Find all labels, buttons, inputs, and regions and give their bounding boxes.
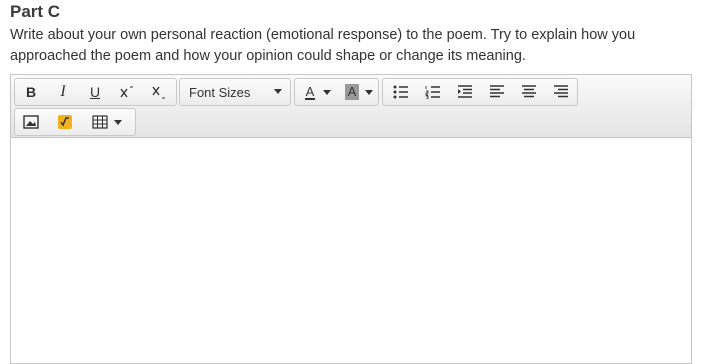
rich-text-editor: B I U Font Sizes A A <box>10 74 692 364</box>
italic-button[interactable]: I <box>49 80 77 104</box>
align-right-icon <box>553 85 569 99</box>
table-icon <box>92 115 108 129</box>
indent-button[interactable] <box>451 80 479 104</box>
numbered-list-button[interactable] <box>419 80 447 104</box>
paragraph-group <box>382 78 578 106</box>
background-color-button[interactable]: A <box>341 80 377 104</box>
bullet-list-button[interactable] <box>387 80 415 104</box>
insert-group <box>14 108 136 136</box>
math-icon <box>58 115 72 129</box>
superscript-icon <box>119 84 135 100</box>
align-center-icon <box>521 85 537 99</box>
text-color-button[interactable]: A <box>299 80 337 104</box>
insert-image-button[interactable] <box>17 110 45 134</box>
indent-icon <box>457 85 473 99</box>
font-size-group: Font Sizes <box>179 78 291 106</box>
align-left-icon <box>489 85 505 99</box>
color-group: A A <box>294 78 379 106</box>
bold-label: B <box>25 84 37 100</box>
chevron-down-icon <box>365 89 374 95</box>
insert-table-button[interactable] <box>85 110 129 134</box>
align-right-button[interactable] <box>547 80 575 104</box>
subscript-button[interactable] <box>145 80 173 104</box>
format-group: B I U <box>14 78 177 106</box>
part-heading: Part C <box>10 2 61 21</box>
insert-math-button[interactable] <box>51 110 79 134</box>
bold-button[interactable]: B <box>17 80 45 104</box>
font-sizes-dropdown[interactable]: Font Sizes <box>180 80 290 104</box>
numbered-list-icon <box>425 85 441 99</box>
align-left-button[interactable] <box>483 80 511 104</box>
chevron-down-icon <box>114 119 122 125</box>
image-icon <box>23 115 39 129</box>
subscript-icon <box>151 84 167 100</box>
question-prompt: Write about your own personal reaction (… <box>10 27 636 64</box>
text-color-label: A <box>304 83 316 100</box>
chevron-down-icon <box>274 89 282 94</box>
font-sizes-label: Font Sizes <box>189 84 251 100</box>
bullet-list-icon <box>393 85 409 99</box>
editor-content-area[interactable] <box>11 138 691 363</box>
italic-label: I <box>60 83 66 100</box>
superscript-button[interactable] <box>113 80 141 104</box>
background-color-label: A <box>344 84 360 100</box>
editor-toolbar: B I U Font Sizes A A <box>11 75 691 138</box>
chevron-down-icon <box>323 89 332 95</box>
underline-label: U <box>89 84 101 100</box>
align-center-button[interactable] <box>515 80 543 104</box>
underline-button[interactable]: U <box>81 80 109 104</box>
